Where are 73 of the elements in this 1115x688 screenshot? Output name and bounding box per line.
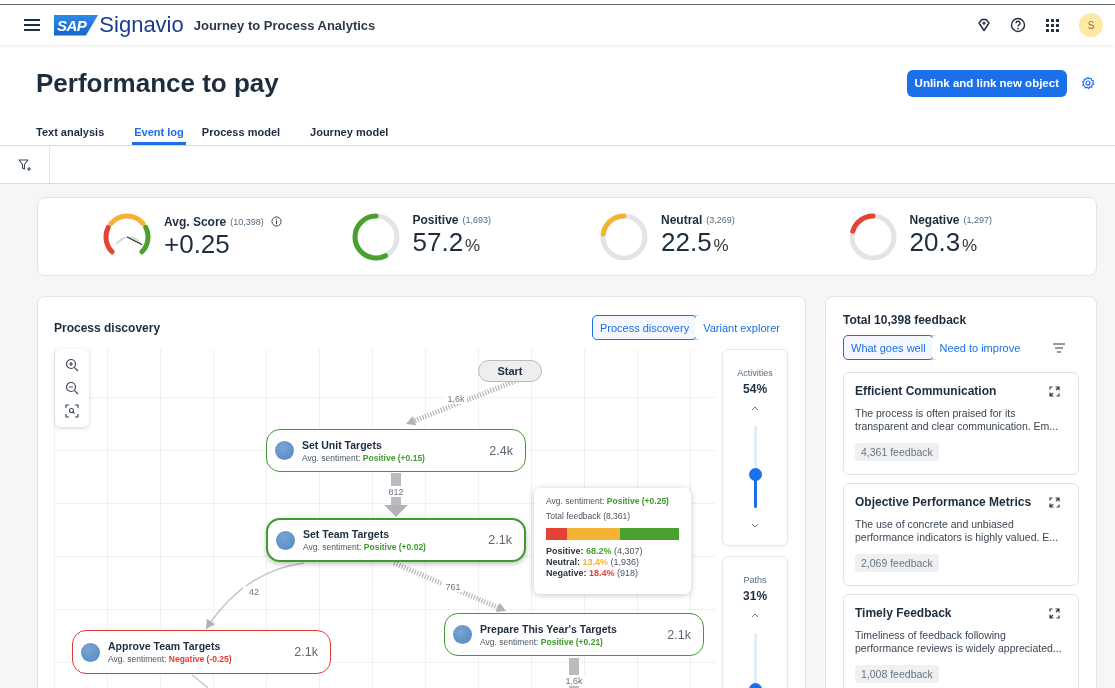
feedback-summary: The use of concrete and unbiased performance indicators is highly valued. E... [855, 518, 1060, 543]
user-avatar[interactable]: S [1079, 13, 1103, 37]
logo-text: Signavio [99, 12, 184, 38]
sentiment-text: Avg. sentiment: Positive (+0.02) [303, 542, 427, 552]
feedback-count: 1,008 feedback [855, 665, 939, 683]
activity-name: Set Unit Targets [302, 438, 383, 451]
activity-node[interactable]: Set Team Targets Avg. sentiment: Positive (+0.02) 2.1k [266, 518, 526, 562]
kpi-count: (3,269) [706, 214, 735, 225]
kpi-label: Neutral [661, 212, 703, 227]
view-toggle[interactable]: Need to improve [931, 335, 1029, 360]
sentiment-text: Avg. sentiment: Negative (-0.25) [108, 654, 233, 664]
kpi-unit: % [713, 235, 729, 255]
feedback-title: Efficient Communication [855, 384, 998, 398]
unlink-button[interactable]: Unlink and link new object [906, 69, 1067, 97]
activity-name: Set Team Targets [303, 528, 390, 540]
tab[interactable]: Process model [199, 114, 295, 145]
feedback-title: Objective Performance Metrics [855, 495, 1033, 509]
view-toggle[interactable]: What goes well [843, 335, 934, 360]
card-title: Process discovery [54, 320, 162, 335]
tab[interactable]: Text analysis [34, 114, 119, 145]
feedback-summary: Timeliness of feedback following performance reviews is widely appreciated... [855, 629, 1063, 654]
feedback-summary: The process is often praised for its transparent and clear communication. Em... [855, 407, 1060, 432]
feedback-card[interactable]: Efficient Communication The process is often praised for its transparent and clear communication. Em... 4,361 feedback [843, 372, 1079, 475]
feedback-total: Total 10,398 feedback [843, 313, 968, 327]
sentiment-breakdown: Positive: 68.2% (4,307) [546, 546, 644, 557]
kpi-value: 22.5 [661, 226, 712, 257]
activity-name: Approve Team Targets [108, 640, 222, 652]
logo-mark: SAP [54, 14, 99, 36]
edge-label: 1,6k [447, 394, 465, 404]
kpi-unit: % [962, 235, 978, 255]
feedback-title: Timely Feedback [855, 606, 953, 620]
kpi-count: (1,693) [462, 214, 492, 225]
slider-label: Paths [743, 575, 767, 585]
start-node[interactable]: Start [478, 360, 542, 382]
slider-value: 31% [743, 589, 768, 603]
kpi-value: +0.25 [164, 228, 230, 259]
kpi-value: 57.2 [412, 226, 464, 257]
kpi-count: (10,398) [230, 216, 264, 227]
feedback-card[interactable]: Objective Performance Metrics The use of concrete and unbiased performance indicators is highly valued. E... 2,069 feedback [843, 483, 1079, 586]
kpi-label: Positive [412, 212, 459, 227]
activity-node[interactable]: Prepare This Year's Targets Avg. sentiment: Positive (+0.21) 2.1k [444, 613, 704, 656]
sentiment-breakdown: Neutral: 13.4% (1,936) [546, 557, 641, 568]
activity-node[interactable]: Set Unit Targets Avg. sentiment: Positive (+0.15) 2.4k [266, 429, 526, 472]
kpi-value: 20.3 [909, 226, 961, 257]
view-toggle[interactable]: Process discovery [591, 315, 698, 340]
activity-count: 2.1k [294, 645, 318, 659]
edge-label: 42 [249, 587, 259, 597]
edge-label: 812 [388, 487, 404, 497]
edge-label: 1,6k [565, 676, 583, 686]
tab[interactable]: Journey model [308, 114, 403, 145]
feedback-card[interactable]: Timely Feedback Timeliness of feedback following performance reviews is widely appreciated... 1,008 feedback [843, 594, 1079, 688]
edge-label: 761 [445, 582, 461, 592]
kpi-count: (1,297) [963, 214, 993, 225]
view-toggle[interactable]: Variant explorer [695, 315, 788, 340]
slider-value: 54% [743, 382, 768, 396]
activity-name: Prepare This Year's Targets [480, 622, 618, 635]
activity-node[interactable]: Approve Team Targets Avg. sentiment: Negative (-0.25) 2.1k [72, 630, 331, 674]
tooltip-sentiment: Avg. sentiment: Positive (+0.25) [546, 496, 670, 506]
activity-count: 2.1k [667, 627, 691, 642]
sentiment-text: Avg. sentiment: Positive (+0.15) [302, 452, 426, 463]
feedback-count: 4,361 feedback [855, 443, 939, 461]
slider-label: Activities [737, 368, 773, 378]
activity-count: 2.1k [488, 533, 512, 547]
kpi-unit: % [465, 235, 481, 255]
activity-count: 2.4k [489, 443, 513, 458]
kpi-label: Avg. Score [164, 214, 227, 229]
tooltip-total: Total feedback (8,361) [546, 511, 632, 521]
app-title: Journey to Process Analytics [193, 17, 376, 33]
sentiment-text: Avg. sentiment: Positive (+0.21) [480, 636, 604, 647]
sentiment-breakdown: Negative: 18.4% (918) [546, 568, 640, 579]
feedback-count: 2,069 feedback [855, 554, 939, 572]
kpi-label: Negative [909, 212, 960, 227]
page-title: Performance to pay [36, 67, 280, 99]
